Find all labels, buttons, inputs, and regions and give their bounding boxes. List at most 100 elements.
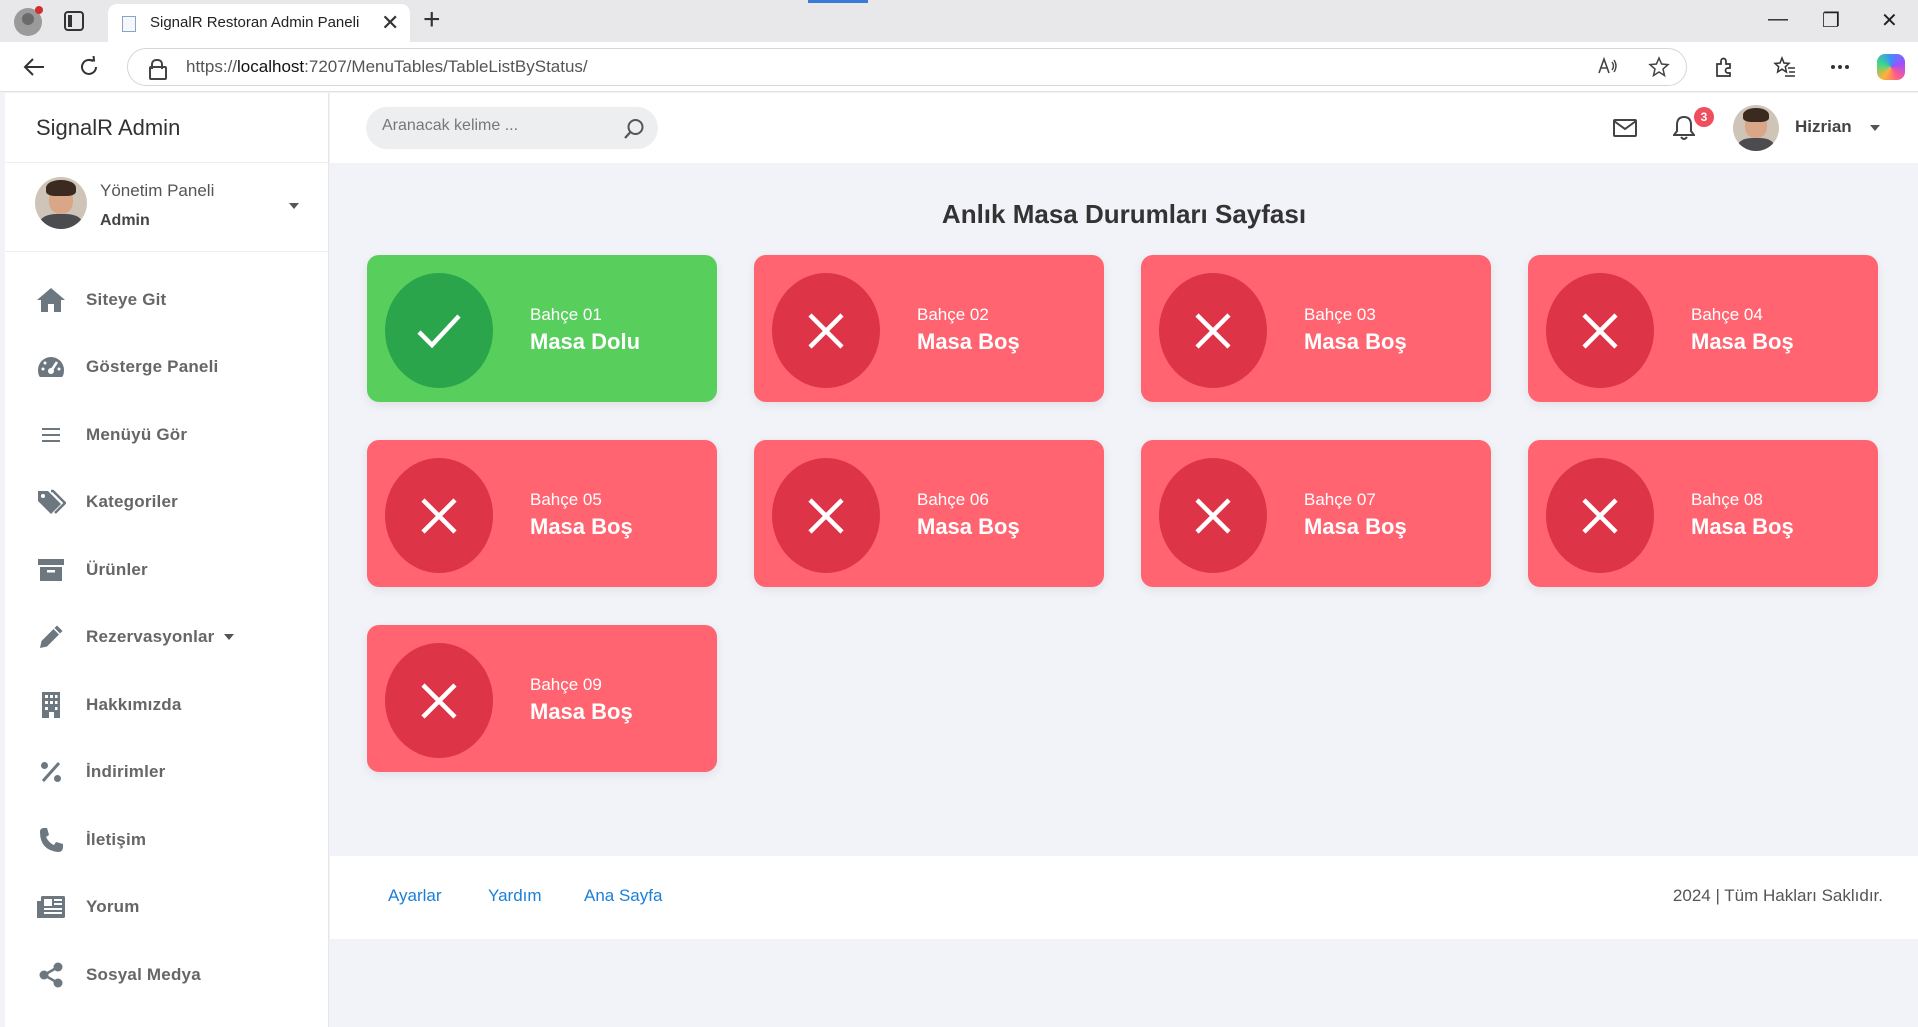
admin-app: SignalR Admin Yönetim Paneli Admin Sitey… [5,93,1918,1027]
sidebar-item-label: Siteye Git [86,289,167,309]
reload-icon[interactable] [72,50,106,84]
table-name: Bahçe 02 [917,305,989,324]
archive-box-icon [36,555,66,585]
footer-link-ayarlar[interactable]: Ayarlar [388,886,442,906]
table-status: Masa Boş [1691,329,1794,354]
footer-link-yardim[interactable]: Yardım [488,886,542,906]
table-card[interactable]: Bahçe 07 Masa Boş [1141,440,1491,587]
browser-toolbar: https://localhost:7207/MenuTables/TableL… [0,42,1918,92]
check-icon [385,273,493,388]
sidebar-item-label: Kategoriler [86,492,178,512]
phone-icon [36,825,66,855]
user-panel-title: Yönetim Paneli [100,181,215,200]
sidebar-item-siteye-git[interactable]: Siteye Git [5,266,328,334]
table-status: Masa Boş [917,329,1020,354]
sidebar-item-iletisim[interactable]: İletişim [5,806,328,874]
chevron-down-icon[interactable] [1870,125,1880,131]
table-card[interactable]: Bahçe 03 Masa Boş [1141,255,1491,402]
table-name: Bahçe 05 [530,490,602,509]
sidebar-item-label: İletişim [86,829,147,849]
newspaper-icon [36,892,66,922]
username-label[interactable]: Hizrian [1795,117,1852,137]
sidebar-item-gosterge-paneli[interactable]: Gösterge Paneli [5,334,328,402]
table-name: Bahçe 09 [530,675,602,694]
close-icon [772,273,880,388]
table-status: Masa Boş [1304,514,1407,539]
mail-icon[interactable] [1613,119,1637,141]
favorite-star-icon[interactable] [1648,56,1670,83]
building-icon [36,690,66,720]
sidebar-item-label: Ürünler [86,559,148,579]
read-aloud-icon[interactable] [1597,56,1619,81]
pencil-icon [36,622,66,652]
close-icon [385,458,493,573]
favorites-list-icon[interactable] [1768,50,1802,84]
sidebar-item-rezervasyonlar[interactable]: Rezervasyonlar [5,604,328,672]
minimize-button[interactable]: — [1768,8,1788,31]
sidebar-item-urunler[interactable]: Ürünler [5,536,328,604]
close-icon [1546,273,1654,388]
percent-icon [36,757,66,787]
sidebar-item-label: Gösterge Paneli [86,357,219,377]
sidebar-item-indirimler[interactable]: İndirimler [5,739,328,807]
sidebar-item-menuyu-gor[interactable]: Menüyü Gör [5,401,328,469]
footer-link-ana-sayfa[interactable]: Ana Sayfa [584,886,662,906]
browser-tab-strip: SignalR Restoran Admin Paneli ✕ + — ❐ ✕ [0,0,1918,42]
sidebar-user-panel[interactable]: Yönetim Paneli Admin [5,163,328,252]
extensions-icon[interactable] [1707,50,1741,84]
table-card[interactable]: Bahçe 04 Masa Boş [1528,255,1878,402]
page-title: Anlık Masa Durumları Sayfası [941,199,1307,229]
sidebar-item-kategoriler[interactable]: Kategoriler [5,469,328,537]
close-icon [772,458,880,573]
user-role: Admin [100,212,150,229]
brand-logo[interactable]: SignalR Admin [5,93,328,163]
search-icon[interactable] [622,117,646,141]
sidebar-item-yorum[interactable]: Yorum [5,874,328,942]
sidebar-item-label: Sosyal Medya [86,964,201,984]
table-status: Masa Boş [530,514,633,539]
page-favicon-icon [122,16,136,32]
close-icon [1159,458,1267,573]
url-text[interactable]: https://localhost:7207/MenuTables/TableL… [186,57,588,77]
address-bar[interactable]: https://localhost:7207/MenuTables/TableL… [127,48,1687,86]
topbar: 3 Hizrian [330,93,1918,163]
table-status: Masa Boş [917,514,1020,539]
back-arrow-icon[interactable] [17,50,51,84]
table-name: Bahçe 01 [530,305,602,324]
dashboard-icon [36,352,66,382]
search-input[interactable] [382,117,602,135]
table-name: Bahçe 08 [1691,490,1763,509]
copilot-icon[interactable] [1877,54,1905,80]
new-tab-button[interactable]: + [423,3,441,37]
avatar[interactable] [1733,105,1779,151]
close-window-button[interactable]: ✕ [1881,8,1898,33]
sidebar-item-sosyal-medya[interactable]: Sosyal Medya [5,941,328,1009]
table-status: Masa Boş [1304,329,1407,354]
menu-lines-icon [36,420,66,450]
home-icon [36,285,66,315]
profile-notification-dot [35,6,43,14]
share-icon [36,960,66,990]
tab-actions-icon[interactable] [64,11,84,31]
table-card[interactable]: Bahçe 08 Masa Boş [1528,440,1878,587]
lock-icon[interactable] [149,59,167,80]
chevron-down-icon[interactable] [289,203,299,209]
more-options-icon[interactable] [1823,50,1857,84]
table-card[interactable]: Bahçe 05 Masa Boş [367,440,717,587]
sidebar: SignalR Admin Yönetim Paneli Admin Sitey… [5,93,329,1027]
search-box [366,107,658,149]
table-card[interactable]: Bahçe 09 Masa Boş [367,625,717,772]
table-status: Masa Boş [1691,514,1794,539]
chevron-down-icon [224,634,235,641]
browser-tab-active[interactable]: SignalR Restoran Admin Paneli ✕ [108,4,410,42]
table-card[interactable]: Bahçe 06 Masa Boş [754,440,1104,587]
bell-icon[interactable] [1672,115,1696,145]
table-card[interactable]: Bahçe 01 Masa Dolu [367,255,717,402]
sidebar-item-label: İndirimler [86,762,166,782]
sidebar-nav: Siteye Git Gösterge Paneli Menüyü Gör Ka… [5,252,328,1009]
restore-button[interactable]: ❐ [1822,8,1840,33]
tab-close-icon[interactable]: ✕ [381,10,399,36]
table-card[interactable]: Bahçe 02 Masa Boş [754,255,1104,402]
table-name: Bahçe 07 [1304,490,1376,509]
sidebar-item-hakkimizda[interactable]: Hakkımızda [5,671,328,739]
